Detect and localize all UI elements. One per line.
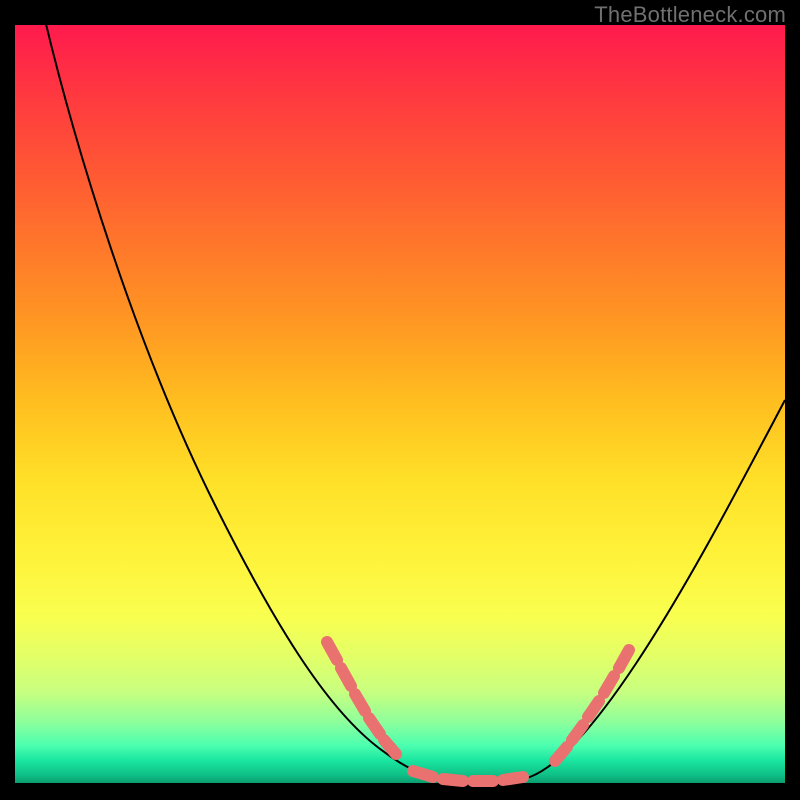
dash-right-3 xyxy=(588,701,599,717)
dash-right-5 xyxy=(619,650,629,668)
curve-right-arm xyxy=(530,400,785,777)
dash-left-2 xyxy=(341,668,351,686)
chart-frame: TheBottleneck.com xyxy=(0,0,800,800)
dash-bottom-2 xyxy=(443,779,463,781)
curve-left-arm xyxy=(45,20,460,781)
plot-area xyxy=(15,25,785,783)
dash-left-5 xyxy=(384,740,396,754)
dash-right-4 xyxy=(604,676,614,693)
curve-svg xyxy=(15,25,785,783)
dash-left-3 xyxy=(355,694,365,711)
dash-bottom-1 xyxy=(413,771,433,777)
dash-right-2 xyxy=(572,725,583,740)
dash-left-1 xyxy=(327,642,337,660)
dash-right-1 xyxy=(555,747,567,761)
dash-left-4 xyxy=(369,718,380,734)
dash-bottom-4 xyxy=(503,777,523,780)
